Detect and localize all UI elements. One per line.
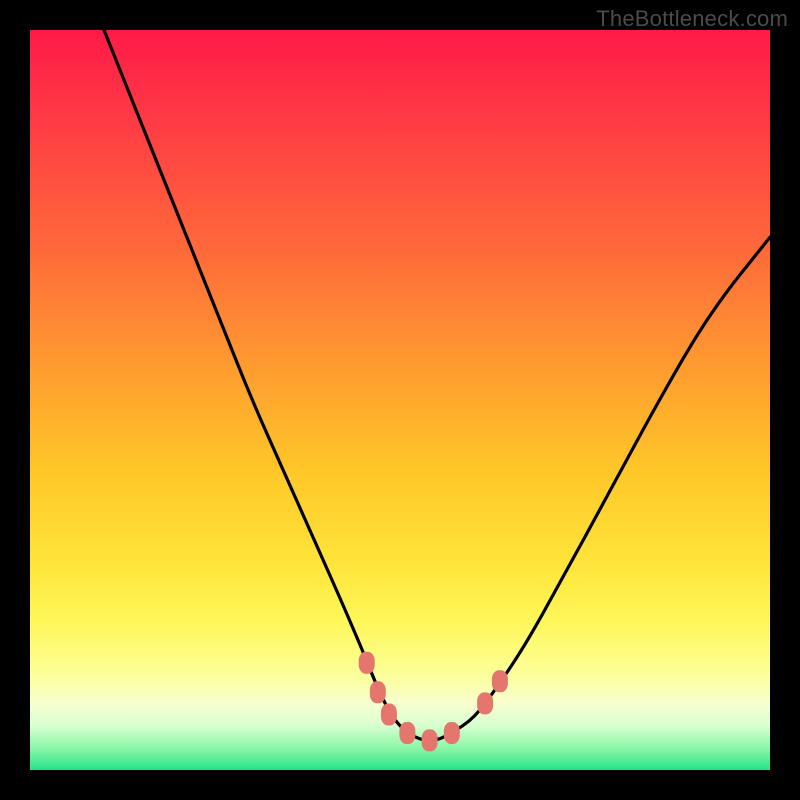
- curve-marker: [422, 729, 438, 751]
- curve-markers: [359, 652, 508, 752]
- curve-marker: [399, 722, 415, 744]
- curve-marker: [359, 652, 375, 674]
- curve-marker: [444, 722, 460, 744]
- curve-marker: [492, 670, 508, 692]
- chart-frame: TheBottleneck.com: [0, 0, 800, 800]
- plot-area: [30, 30, 770, 770]
- bottleneck-curve-svg: [30, 30, 770, 770]
- watermark-text: TheBottleneck.com: [596, 6, 788, 32]
- curve-marker: [477, 692, 493, 714]
- bottleneck-curve: [104, 30, 770, 740]
- curve-marker: [381, 704, 397, 726]
- curve-marker: [370, 681, 386, 703]
